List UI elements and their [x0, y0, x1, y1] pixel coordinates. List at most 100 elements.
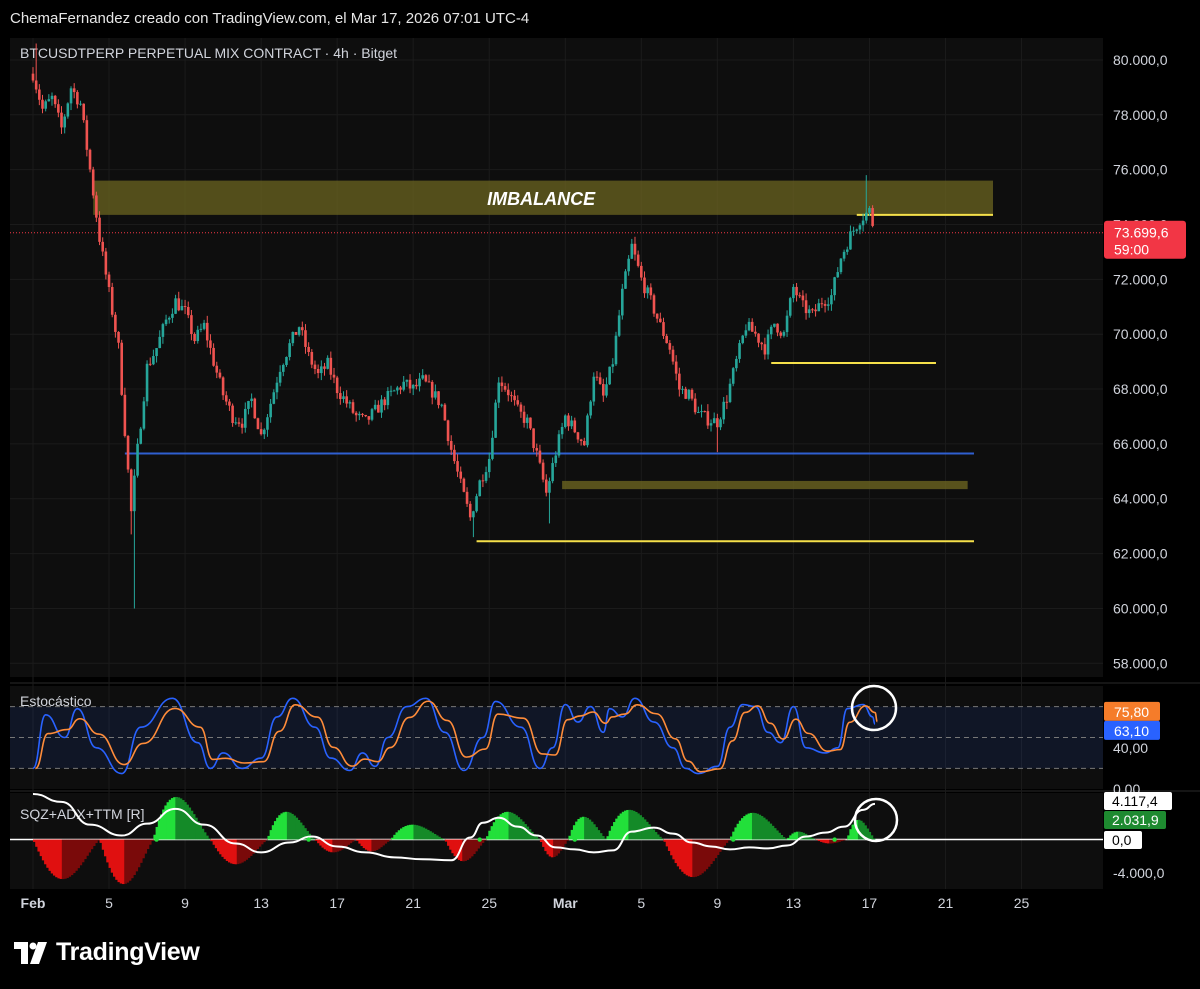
- candle-body: [567, 415, 570, 427]
- candle-body: [573, 420, 577, 433]
- sqz-histogram-bar: [312, 838, 316, 840]
- candle-body: [446, 420, 450, 441]
- candle-body: [34, 80, 38, 90]
- sqz-histogram-bar: [151, 839, 154, 841]
- candle-body: [320, 366, 323, 374]
- candle-body: [516, 400, 520, 405]
- candle-body: [871, 208, 874, 226]
- candle-body: [63, 116, 66, 128]
- candle-body: [776, 323, 779, 333]
- sqz-squeeze-dot: [477, 837, 482, 842]
- candle-body: [196, 329, 200, 342]
- candle-body: [288, 343, 291, 357]
- candle-body: [193, 333, 196, 342]
- candle-body: [845, 249, 849, 252]
- candle-body: [98, 217, 101, 242]
- candle-body: [570, 420, 573, 427]
- candle-body: [415, 384, 418, 387]
- candle-body: [183, 306, 187, 308]
- candle-body: [681, 388, 684, 390]
- candle-body: [60, 112, 63, 128]
- candle-body: [190, 315, 193, 334]
- candle-body: [579, 439, 583, 442]
- candle-body: [139, 428, 143, 444]
- candle-body: [367, 416, 371, 420]
- candle-body: [500, 382, 504, 387]
- x-tick-label: Mar: [553, 895, 578, 911]
- candle-body: [462, 478, 466, 492]
- stoch-k-value: 63,10: [1114, 723, 1149, 739]
- candle-body: [339, 393, 342, 400]
- candle-body: [399, 387, 402, 390]
- y-tick-label: 58.000,0: [1113, 655, 1168, 671]
- sqz-histogram-bar: [727, 839, 731, 841]
- candle-body: [142, 401, 146, 429]
- candle-body: [345, 396, 348, 404]
- candle-body: [304, 330, 307, 347]
- candle-body: [215, 365, 219, 373]
- y-tick-label: 76.000,0: [1113, 162, 1168, 178]
- candle-body: [716, 418, 719, 428]
- candle-body: [513, 395, 516, 401]
- candle-body: [348, 402, 352, 404]
- candle-body: [335, 377, 339, 394]
- candle-body: [722, 401, 725, 420]
- candle-body: [760, 342, 764, 345]
- candle-body: [617, 315, 621, 336]
- candle-body: [456, 461, 459, 472]
- candle-body: [383, 399, 386, 406]
- candle-body: [212, 347, 215, 366]
- candle-body: [88, 149, 92, 170]
- candle-body: [741, 335, 745, 344]
- price-pane: [10, 38, 1103, 677]
- candle-body: [392, 390, 396, 392]
- x-tick-label: 9: [713, 895, 721, 911]
- candle-body: [712, 418, 716, 424]
- candle-body: [167, 317, 171, 320]
- stoch-d-value: 75,80: [1114, 704, 1149, 720]
- sqz-squeeze-dot: [306, 837, 311, 842]
- candle-body: [342, 396, 345, 400]
- candle-body: [602, 384, 605, 396]
- candle-body: [563, 415, 567, 427]
- candle-body: [145, 363, 149, 402]
- candle-body: [525, 417, 529, 423]
- sqz-title: SQZ+ADX+TTM [R]: [20, 806, 144, 822]
- candle-body: [240, 423, 244, 428]
- candle-body: [136, 443, 139, 476]
- candle-body: [405, 379, 409, 382]
- candle-body: [256, 418, 260, 430]
- y-tick-label: 64.000,0: [1113, 491, 1168, 507]
- candle-body: [630, 243, 634, 259]
- candle-body: [297, 327, 301, 335]
- candle-body: [624, 271, 627, 289]
- candle-body: [370, 409, 374, 420]
- candle-body: [560, 426, 564, 435]
- candle-body: [769, 326, 773, 335]
- candle-body: [614, 335, 618, 365]
- candle-body: [434, 391, 437, 398]
- candle-body: [418, 378, 421, 387]
- x-tick-label: 13: [253, 895, 269, 911]
- candle-body: [430, 381, 434, 398]
- candle-body: [659, 318, 662, 323]
- candle-body: [519, 404, 523, 412]
- candle-body: [788, 298, 792, 316]
- candle-body: [468, 503, 472, 518]
- candle-body: [541, 462, 545, 480]
- sqz-histogram-bar: [208, 838, 211, 840]
- candle-body: [633, 243, 637, 255]
- candle-body: [807, 309, 811, 314]
- candle-body: [557, 434, 561, 456]
- chart-canvas[interactable]: Feb 5 9 13 17 21 25 Mar 5 9 13 17 21 25 80.000,0 78.000…: [0, 0, 1200, 989]
- candle-body: [820, 303, 824, 305]
- candle-body: [380, 399, 383, 413]
- candle-body: [66, 103, 70, 117]
- sqz-zero-value: 0,0: [1112, 832, 1132, 848]
- candle-body: [278, 371, 282, 383]
- candle-body: [506, 389, 510, 396]
- candle-body: [510, 395, 513, 397]
- candle-body: [69, 88, 73, 104]
- candle-body: [655, 313, 659, 319]
- candle-body: [202, 322, 206, 329]
